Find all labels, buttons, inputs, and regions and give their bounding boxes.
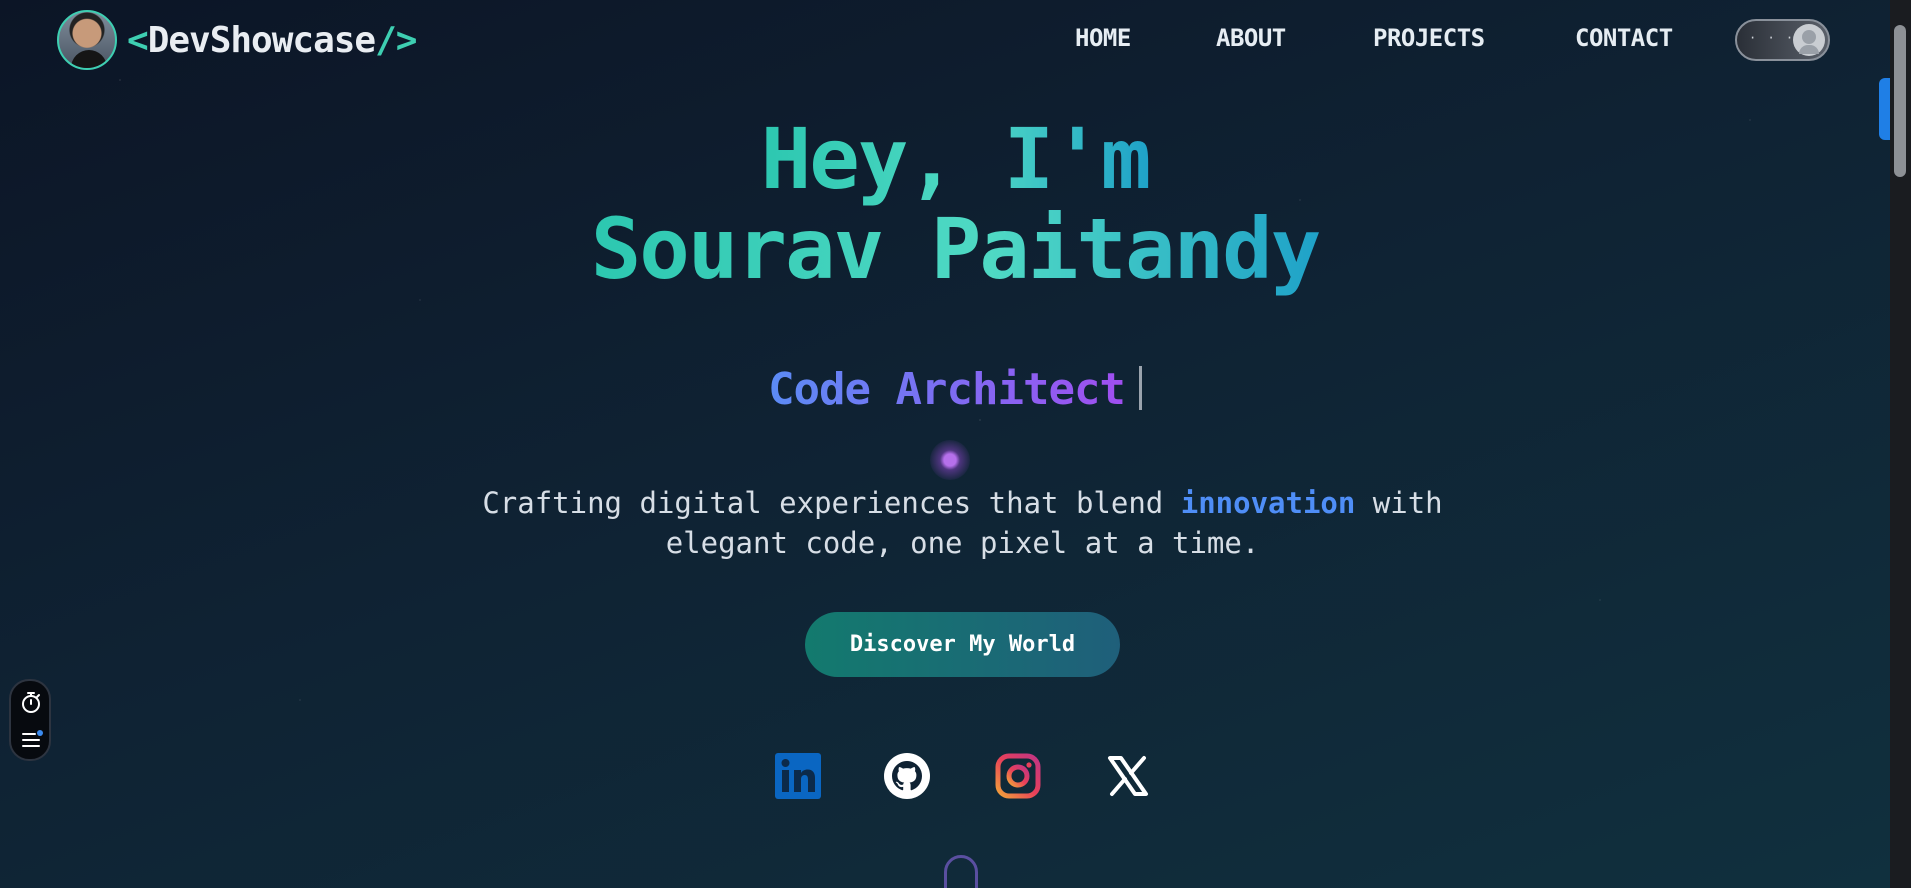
logo-name: DevShowcase <box>147 19 376 61</box>
nav-home[interactable]: HOME <box>1075 24 1131 52</box>
avatar <box>57 10 117 70</box>
user-moon-icon <box>1793 24 1825 56</box>
scrollbar[interactable] <box>1890 0 1911 888</box>
hero-description-line1: Crafting digital experiences that blend … <box>0 483 1890 523</box>
scroll-indicator[interactable] <box>944 855 978 888</box>
timer-icon[interactable] <box>21 691 41 713</box>
linkedin-icon[interactable] <box>774 752 822 800</box>
hero-greeting: Hey, I'm <box>0 110 1890 208</box>
navbar: <DevShowcase/> HOME ABOUT PROJECTS CONTA… <box>0 0 1890 80</box>
logo-open-bracket: < <box>127 19 149 61</box>
discover-button[interactable]: Discover My World <box>805 612 1120 677</box>
hero-name-text: Sourav Paitandy <box>590 200 1322 298</box>
desc-post: with <box>1355 486 1443 520</box>
hero-role-text: Code Architect <box>768 364 1126 415</box>
page: <DevShowcase/> HOME ABOUT PROJECTS CONTA… <box>0 0 1890 888</box>
nav-contact[interactable]: CONTACT <box>1575 24 1673 52</box>
hero-name: Sourav Paitandy <box>0 200 1890 298</box>
typing-cursor <box>1138 366 1142 410</box>
logo-close-bracket: /> <box>375 19 417 61</box>
hero-greeting-text: Hey, I'm <box>760 110 1152 208</box>
theme-toggle[interactable]: · · · · <box>1735 19 1830 61</box>
side-tab[interactable] <box>1879 78 1890 140</box>
github-icon[interactable] <box>883 752 931 800</box>
hero-role: Code Architect <box>0 364 1890 415</box>
menu-icon[interactable] <box>21 729 43 749</box>
desc-highlight: innovation <box>1180 486 1356 520</box>
instagram-icon[interactable] <box>994 752 1042 800</box>
logo-text[interactable]: <DevShowcase/> <box>127 19 417 61</box>
brand[interactable]: <DevShowcase/> <box>57 10 417 70</box>
desc-pre: Crafting digital experiences that blend <box>482 486 1181 520</box>
nav-about[interactable]: ABOUT <box>1216 24 1286 52</box>
glow-orb <box>930 440 970 480</box>
scrollbar-thumb[interactable] <box>1894 25 1906 177</box>
hero-description-line2: elegant code, one pixel at a time. <box>665 526 1260 560</box>
nav-projects[interactable]: PROJECTS <box>1373 24 1485 52</box>
x-icon[interactable] <box>1104 752 1152 800</box>
floating-widget <box>9 679 51 761</box>
